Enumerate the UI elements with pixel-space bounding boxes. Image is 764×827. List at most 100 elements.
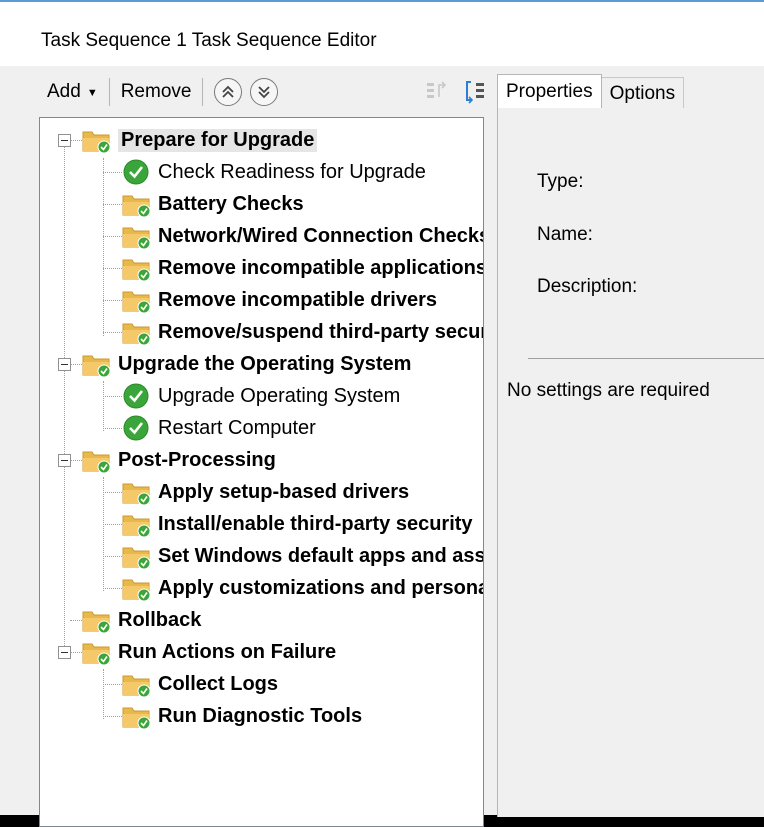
tree-item-label: Run Diagnostic Tools (158, 704, 363, 727)
tree-item-label: Prepare for Upgrade (118, 128, 318, 152)
tree-item-label: Upgrade the Operating System (118, 352, 412, 375)
collapse-toggle-icon[interactable] (58, 134, 71, 147)
tree-group-item[interactable]: Install/enable third-party security (122, 508, 473, 540)
tree-item-label: Rollback (118, 608, 202, 631)
tree-group-item[interactable]: Battery Checks (122, 188, 304, 220)
tree-step-item[interactable]: Upgrade Operating System (122, 380, 400, 412)
folder-icon (122, 195, 151, 217)
tree-connector-line (70, 460, 82, 461)
tree-item-label: Restart Computer (158, 416, 316, 439)
tree-connector-line (103, 428, 122, 429)
collapse-toggle-icon[interactable] (58, 454, 71, 467)
tree-connector-line (103, 381, 104, 431)
tree-item-label: Remove/suspend third-party security (158, 320, 484, 343)
folder-icon (82, 355, 111, 377)
tree-step-item[interactable]: Restart Computer (122, 412, 316, 444)
tree-connector-line (103, 588, 122, 589)
double-chevron-down-icon (258, 86, 271, 99)
tree-connector-line (103, 204, 122, 205)
tree-connector-line (103, 268, 122, 269)
tree-group-item[interactable]: Network/Wired Connection Checks (122, 220, 484, 252)
tab-options[interactable]: Options (601, 77, 685, 109)
tree-item-label: Network/Wired Connection Checks (158, 224, 484, 247)
tab-properties[interactable]: Properties (497, 74, 602, 109)
tree-connector-line (103, 158, 104, 336)
settings-note: No settings are required (507, 380, 710, 401)
folder-icon (122, 547, 151, 569)
task-sequence-tree[interactable]: Prepare for Upgrade Check Readiness for U… (39, 117, 484, 827)
tree-item-label: Set Windows default apps and association… (158, 544, 484, 567)
tree-group-item[interactable]: Remove/suspend third-party security (122, 316, 484, 348)
tab-strip: Properties Options (497, 74, 685, 109)
folder-icon (122, 675, 151, 697)
tree-item-label: Post-Processing (118, 448, 276, 471)
tree-group-item[interactable]: Apply customizations and personalization (122, 572, 484, 604)
tree-connector-line (103, 684, 122, 685)
convert-icon[interactable] (463, 79, 487, 105)
collapse-toggle-icon[interactable] (58, 358, 71, 371)
title-bar: Task Sequence 1 Task Sequence Editor (0, 2, 764, 66)
tree-item-label: Check Readiness for Upgrade (158, 160, 426, 183)
toolbar: Add ▼ Remove (41, 68, 491, 116)
description-label: Description: (537, 276, 638, 297)
tree-connector-line (103, 477, 104, 591)
add-button[interactable]: Add ▼ (47, 81, 98, 103)
tab-content: Type: Name: Description: No settings are… (497, 108, 764, 817)
tree-connector-line (103, 716, 122, 717)
folder-icon (122, 515, 151, 537)
tree-connector-line (70, 140, 82, 141)
tree-item-label: Apply setup-based drivers (158, 480, 410, 503)
folder-icon (122, 707, 151, 729)
tree-group-item[interactable]: Set Windows default apps and association… (122, 540, 484, 572)
folder-icon (82, 643, 111, 665)
name-label: Name: (537, 224, 593, 245)
tree-connector-line (70, 620, 82, 621)
tree-connector-line (103, 172, 122, 173)
collapse-toggle-icon[interactable] (58, 646, 71, 659)
tree-group-item[interactable]: Rollback (82, 604, 201, 636)
tree-group-item[interactable]: Run Diagnostic Tools (122, 700, 362, 732)
folder-icon (82, 131, 111, 153)
tree-connector-line (103, 396, 122, 397)
folder-icon (122, 483, 151, 505)
tree-item-label: Upgrade Operating System (158, 384, 401, 407)
tree-group-item[interactable]: Remove incompatible drivers (122, 284, 437, 316)
toolbar-separator (108, 78, 110, 106)
move-down-button[interactable] (250, 78, 279, 106)
double-chevron-up-icon (222, 85, 235, 98)
properties-panel: Properties Options Type: Name: Descripti… (497, 74, 764, 817)
folder-icon (122, 227, 151, 249)
tree-connector-line (70, 652, 82, 653)
tree-connector-line (103, 332, 122, 333)
tree-connector-line (103, 492, 122, 493)
dropdown-caret-icon: ▼ (86, 87, 98, 99)
toolbar-separator (202, 78, 204, 106)
add-button-label: Add (47, 81, 81, 102)
disabled-group-icon[interactable] (425, 79, 449, 105)
tree-item-label: Collect Logs (158, 672, 279, 695)
tree-item-label: Install/enable third-party security (158, 512, 473, 535)
tree-group-item[interactable]: Remove incompatible applications (122, 252, 484, 284)
window-title: Task Sequence 1 Task Sequence Editor (41, 30, 377, 51)
folder-icon (82, 611, 111, 633)
folder-icon (122, 291, 151, 313)
tree-group-item[interactable]: Collect Logs (122, 668, 278, 700)
tree-group-item[interactable]: Post-Processing (82, 444, 276, 476)
tree-item-label: Run Actions on Failure (118, 640, 337, 663)
tree-item-label: Battery Checks (158, 192, 304, 215)
tree-group-item[interactable]: Apply setup-based drivers (122, 476, 409, 508)
tree-item-label: Remove incompatible applications (158, 256, 484, 279)
tree-group-item[interactable]: Run Actions on Failure (82, 636, 336, 668)
divider (528, 358, 764, 359)
tree-group-item[interactable]: Upgrade the Operating System (82, 348, 411, 380)
tree-item-label: Remove incompatible drivers (158, 288, 437, 311)
tree-connector-line (103, 236, 122, 237)
tree-connector-line (103, 524, 122, 525)
folder-icon (122, 323, 151, 345)
tree-step-item[interactable]: Check Readiness for Upgrade (122, 156, 426, 188)
tree-item-label: Apply customizations and personalization (158, 576, 484, 599)
remove-button[interactable]: Remove (121, 81, 192, 103)
move-up-button[interactable] (214, 78, 243, 106)
tree-group-item[interactable]: Prepare for Upgrade (82, 124, 318, 156)
tree-connector-line (70, 364, 82, 365)
